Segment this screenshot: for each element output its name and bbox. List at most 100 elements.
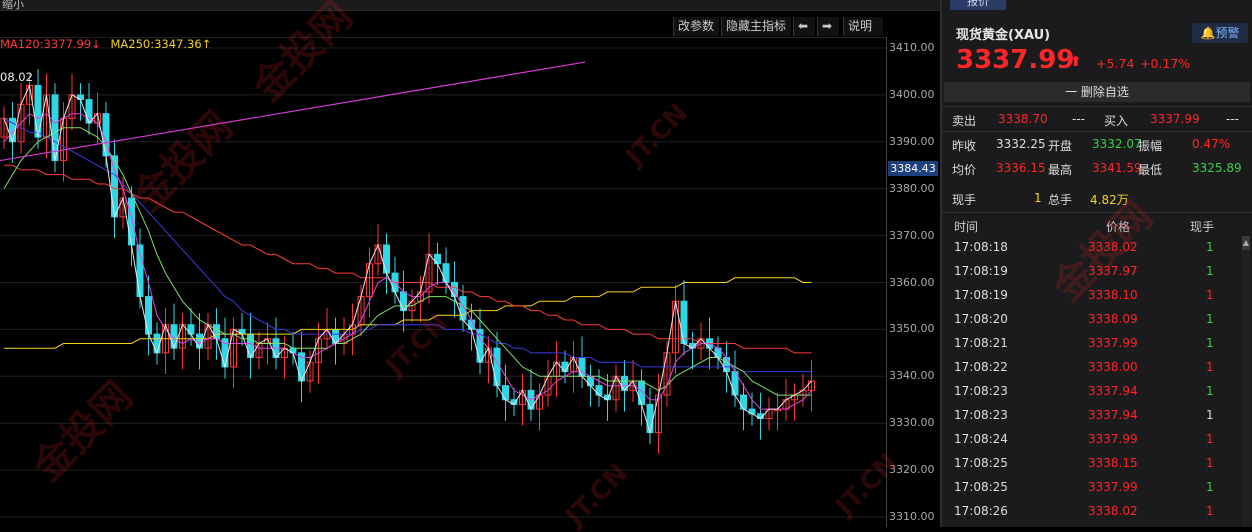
price-change: +5.74 — [1096, 56, 1135, 71]
trade-time: 17:08:23 — [954, 384, 1008, 398]
candle-body — [153, 333, 161, 354]
last-price: 3337.99 — [956, 45, 1075, 75]
trade-price: 3337.94 — [1088, 384, 1138, 398]
help-button[interactable]: 说明 — [843, 17, 883, 36]
arrow-left-icon[interactable]: ⬅ — [793, 17, 815, 36]
candle-body — [459, 296, 467, 321]
ma250-line — [4, 277, 812, 349]
instrument-name: 现货黄金(XAU) — [956, 28, 1051, 43]
ma120-legend: MA120:3377.99↓ — [0, 37, 101, 51]
chart-area[interactable]: 缩小 改参数 隐藏主指标 ⬅ ➡ 说明 MA120:3377.99↓ MA250… — [0, 0, 941, 527]
axis-tick-label: 3410.00 — [889, 41, 935, 54]
trade-row: 17:08:25 3338.15 1 — [942, 452, 1242, 476]
trade-price: 3337.94 — [1088, 408, 1138, 422]
tab-quote[interactable]: 报价 — [950, 0, 1006, 10]
ma250-legend: MA250:3347.36↑ — [110, 37, 212, 51]
trades-header: 时间 价格 现手 — [942, 214, 1252, 236]
trade-row: 17:08:19 3337.97 1 — [942, 260, 1242, 284]
trade-row: 17:08:22 3338.00 1 — [942, 356, 1242, 380]
ma-long-line — [3, 117, 812, 373]
bell-icon: 🔔 — [1200, 26, 1216, 40]
stat-value: 0.47% — [1192, 137, 1231, 151]
trade-volume: 1 — [1206, 360, 1214, 374]
chart-toolbar: 改参数 隐藏主指标 ⬅ ➡ 说明 — [0, 17, 886, 38]
scroll-up-icon[interactable]: ▲ — [1242, 236, 1250, 250]
arrow-right-icon[interactable]: ➡ — [817, 17, 839, 36]
axis-tick-label: 3310.00 — [889, 510, 935, 523]
trade-volume: 1 — [1206, 480, 1214, 494]
stat-value: 3332.25 — [996, 137, 1046, 151]
stat-value: 3332.07 — [1092, 137, 1142, 151]
axis-tick-label: 3340.00 — [889, 369, 935, 383]
candle-body — [187, 324, 195, 335]
axis-tick-label: 3320.00 — [889, 463, 935, 477]
trades-header-time: 时间 — [954, 220, 979, 234]
trade-row: 17:08:24 3337.99 1 — [942, 428, 1242, 452]
trade-price: 3337.97 — [1088, 264, 1138, 278]
stat-label: 最高 — [1048, 163, 1073, 177]
trade-time: 17:08:18 — [954, 240, 1008, 254]
trade-price: 3337.99 — [1088, 480, 1138, 494]
trade-price: 3338.02 — [1088, 504, 1138, 518]
alert-button[interactable]: 🔔预警 — [1192, 23, 1248, 43]
candle-body — [595, 385, 603, 396]
candle-body — [442, 263, 450, 283]
current-volume: 1 — [1034, 191, 1042, 205]
candle-body — [383, 244, 390, 274]
trades-header-volume: 现手 — [1190, 220, 1215, 234]
high-price-label: 08.02 — [0, 70, 33, 84]
up-arrow-icon: ⬆ — [1070, 54, 1082, 70]
axis-tick-label: 3390.00 — [889, 134, 935, 148]
trade-time: 17:08:20 — [954, 312, 1008, 326]
sell-label: 卖出 — [952, 114, 977, 128]
axis-tick-label: 3400.00 — [889, 87, 935, 101]
candle-body — [493, 347, 501, 387]
trade-volume: 1 — [1206, 456, 1214, 470]
trade-price: 3337.99 — [1088, 336, 1138, 350]
trade-volume: 1 — [1206, 336, 1214, 350]
ma-legend: MA120:3377.99↓ MA250:3347.36↑ — [0, 37, 217, 53]
price-line — [3, 83, 812, 435]
sell-volume: --- — [1072, 112, 1085, 126]
trade-time: 17:08:25 — [954, 456, 1008, 470]
candle-body — [34, 85, 42, 138]
trade-price: 3338.15 — [1088, 456, 1138, 470]
candle-body — [213, 324, 220, 340]
edit-params-button[interactable]: 改参数 — [673, 17, 719, 36]
trade-row: 17:08:25 3337.99 1 — [942, 476, 1242, 500]
volume-row: 现手 1 总手 4.82万 — [942, 186, 1252, 210]
candle-body — [561, 361, 569, 373]
ma-short-line — [3, 113, 812, 410]
candle-body — [714, 347, 722, 359]
trades-header-price: 价格 — [1106, 220, 1131, 234]
current-volume-label: 现手 — [952, 193, 977, 207]
trade-time: 17:08:24 — [954, 432, 1008, 446]
trade-volume: 1 — [1206, 384, 1214, 398]
bid-ask-row: 卖出 3338.70 --- 买入 3337.99 --- — [942, 107, 1252, 131]
trade-time: 17:08:21 — [954, 336, 1008, 350]
axis-tick-label: 3380.00 — [889, 181, 935, 195]
total-volume: 4.82万 — [1090, 193, 1129, 207]
trade-time: 17:08:23 — [954, 408, 1008, 422]
trade-row: 17:08:20 3338.09 1 — [942, 308, 1242, 332]
trade-volume: 1 — [1206, 240, 1214, 254]
candle-body — [128, 197, 135, 246]
alert-label: 预警 — [1215, 26, 1240, 40]
stat-label: 均价 — [952, 163, 977, 177]
ma-mid-line — [3, 127, 812, 396]
price-axis: 3410.00 3400.00 3390.00 3380.00 3370.00 3360.… — [886, 37, 941, 527]
trade-volume: 1 — [1206, 312, 1214, 326]
trade-price: 3338.02 — [1088, 240, 1138, 254]
shrink-label[interactable]: 缩小 — [2, 0, 24, 12]
candle-body — [646, 403, 654, 434]
trade-row: 17:08:23 3337.94 1 — [942, 404, 1242, 428]
sell-price: 3338.70 — [998, 112, 1048, 126]
remove-watchlist-button[interactable]: 一 删除自选 — [944, 82, 1250, 102]
candle-body — [723, 357, 730, 373]
candlestick-chart[interactable] — [0, 0, 886, 527]
candle-body — [680, 300, 688, 344]
stat-label: 振幅 — [1138, 139, 1163, 153]
candle-body — [578, 357, 586, 377]
hide-main-indicator-button[interactable]: 隐藏主指标 — [721, 17, 791, 36]
trades-scrollbar[interactable]: ▲ — [1242, 236, 1250, 527]
